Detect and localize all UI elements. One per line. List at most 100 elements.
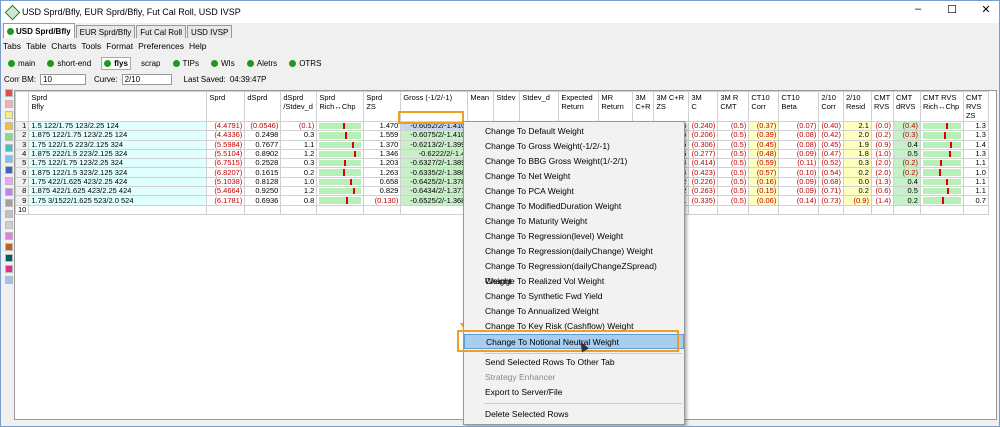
table-cell-zs[interactable]: 1.346 — [363, 148, 402, 160]
table-cell-rcmt[interactable]: (0.5) — [717, 176, 750, 188]
color-swatch[interactable] — [5, 122, 13, 130]
table-cell-gross[interactable]: -0.6075/2/-1.410 — [400, 130, 469, 141]
table-cell-dsprd[interactable]: 0.8902 — [244, 148, 282, 160]
table-cell-r210[interactable] — [842, 204, 872, 215]
table-cell-ct10b[interactable]: (0.10) — [778, 167, 820, 178]
table-cell-name[interactable]: 1.875 122/1.5 323/2.125 324 — [28, 167, 208, 178]
table-cell-idx[interactable]: 1 — [15, 120, 30, 132]
table-cell-dsz[interactable]: 1.2 — [280, 148, 318, 160]
table-cell-rvszs[interactable]: 1.3 — [962, 130, 989, 141]
table-cell-dsz[interactable]: 0.3 — [280, 158, 318, 169]
color-swatch[interactable] — [5, 144, 13, 152]
table-cell-gross[interactable]: -0.6222/2/-1.4 — [400, 148, 469, 160]
menu-tabs[interactable]: Tabs — [3, 41, 21, 51]
table-cell-rvs[interactable]: (0.6) — [870, 186, 894, 197]
table-cell-gross[interactable]: -0.6213/2/-1.399 — [400, 139, 469, 150]
column-header[interactable]: 2/10 Corr — [818, 91, 844, 122]
table-cell-bar2[interactable] — [919, 139, 964, 150]
table-cell-c[interactable]: (0.335) — [688, 195, 719, 206]
table-cell-drvs[interactable]: (0.2) — [892, 158, 921, 169]
color-swatch[interactable] — [5, 188, 13, 196]
table-cell-dsz[interactable]: 1.2 — [280, 186, 318, 197]
table-cell-gross[interactable]: -0.6525/2/-1.368 — [400, 195, 469, 206]
table-cell-drvs[interactable]: 0.4 — [892, 176, 921, 188]
table-cell-c210[interactable]: (0.68) — [818, 176, 844, 188]
table-cell-dsprd[interactable] — [244, 204, 282, 215]
table-cell-r210[interactable]: 0.3 — [842, 158, 872, 169]
column-header[interactable]: 2/10 Resid — [842, 91, 872, 122]
color-swatch[interactable] — [5, 199, 13, 207]
table-cell-idx[interactable]: 2 — [15, 130, 30, 141]
table-cell-r210[interactable]: 0.2 — [842, 167, 872, 178]
color-swatch[interactable] — [5, 177, 13, 185]
table-cell-rcmt[interactable] — [717, 204, 750, 215]
table-cell-ct10b[interactable]: (0.08) — [778, 130, 820, 141]
table-cell-c[interactable]: (0.206) — [688, 130, 719, 141]
table-cell-rvszs[interactable]: 1.3 — [962, 120, 989, 132]
table-cell-ct10b[interactable]: (0.09) — [778, 148, 820, 160]
table-cell-dsz[interactable]: 0.8 — [280, 195, 318, 206]
menu-help[interactable]: Help — [189, 41, 206, 51]
table-cell-dsz[interactable]: (0.1) — [280, 120, 318, 132]
column-header[interactable]: CMT RVS — [870, 91, 894, 122]
table-cell-drvs[interactable] — [892, 204, 921, 215]
table-cell-r210[interactable]: 2.1 — [842, 120, 872, 132]
table-cell-rvszs[interactable]: 1.0 — [962, 167, 989, 178]
color-swatch[interactable] — [5, 111, 13, 119]
table-cell-sprd[interactable] — [206, 204, 246, 215]
table-cell-bar2[interactable] — [919, 158, 964, 169]
table-cell-sprd[interactable]: (5.4664) — [206, 186, 246, 197]
table-cell-dsz[interactable]: 0.3 — [280, 130, 318, 141]
table-cell-r210[interactable]: 0.0 — [842, 176, 872, 188]
table-cell-ct10c[interactable]: (0.16) — [748, 176, 780, 188]
table-cell-r210[interactable]: 1.8 — [842, 148, 872, 160]
table-cell-sprd[interactable]: (4.4791) — [206, 120, 246, 132]
sheet-tab-wis[interactable]: WIs — [209, 57, 237, 70]
table-cell-gross[interactable]: -0.6335/2/-1.388 — [400, 167, 469, 178]
table-cell-r210[interactable]: (0.9) — [842, 195, 872, 206]
table-cell-rvszs[interactable]: 0.7 — [962, 195, 989, 206]
column-header[interactable] — [15, 91, 30, 122]
table-cell-zs[interactable]: 1.263 — [363, 167, 402, 178]
table-cell-sprd[interactable]: (4.4336) — [206, 130, 246, 141]
table-cell-rvs[interactable]: (0.2) — [870, 130, 894, 141]
table-cell-dsz[interactable]: 0.2 — [280, 167, 318, 178]
table-cell-name[interactable]: 1.75 422/1.625 423/2.25 424 — [28, 176, 208, 188]
table-cell-name[interactable]: 1.75 122/1.75 123/2.25 324 — [28, 158, 208, 169]
column-header[interactable]: Stdev — [493, 91, 521, 122]
sheet-tab-main[interactable]: main — [6, 57, 37, 70]
table-cell-c[interactable]: (0.263) — [688, 186, 719, 197]
menu-table[interactable]: Table — [26, 41, 46, 51]
table-cell-bar2[interactable] — [919, 167, 964, 178]
table-cell-rcmt[interactable]: (0.5) — [717, 167, 750, 178]
column-header[interactable]: Expected Return — [558, 91, 600, 122]
table-cell-bar[interactable] — [316, 139, 365, 150]
table-cell-bar2[interactable] — [919, 204, 964, 215]
menu-change-weight-item[interactable]: Change To Regression(level) Weight — [464, 229, 684, 244]
column-header[interactable]: CMT RVS ZS — [962, 91, 989, 122]
table-cell-bar2[interactable] — [919, 186, 964, 197]
table-cell-sprd[interactable]: (6.8207) — [206, 167, 246, 178]
table-cell-r210[interactable]: 0.2 — [842, 186, 872, 197]
table-cell-rvs[interactable]: (1.0) — [870, 148, 894, 160]
table-cell-rvs[interactable] — [870, 204, 894, 215]
menu-tools[interactable]: Tools — [81, 41, 101, 51]
table-cell-dsprd[interactable]: 0.8128 — [244, 176, 282, 188]
sheet-tab-tips[interactable]: TIPs — [171, 57, 201, 70]
table-cell-bar[interactable] — [316, 204, 365, 215]
column-header[interactable]: Sprd — [206, 91, 246, 122]
table-cell-rcmt[interactable]: (0.5) — [717, 148, 750, 160]
table-cell-gross[interactable]: -0.6327/2/-1.389 — [400, 158, 469, 169]
table-cell-gross[interactable] — [400, 204, 469, 215]
table-cell-idx[interactable]: 4 — [15, 148, 30, 160]
table-cell-ct10b[interactable]: (0.08) — [778, 139, 820, 150]
doc-tab-fut-cal-roll[interactable]: Fut Cal Roll — [136, 25, 187, 38]
table-cell-ct10c[interactable]: (0.06) — [748, 195, 780, 206]
color-swatch[interactable] — [5, 221, 13, 229]
table-cell-idx[interactable]: 9 — [15, 195, 30, 206]
table-cell-c[interactable]: (0.306) — [688, 139, 719, 150]
table-cell-ct10c[interactable]: (0.48) — [748, 148, 780, 160]
table-cell-r210[interactable]: 2.0 — [842, 130, 872, 141]
table-cell-drvs[interactable]: 0.5 — [892, 186, 921, 197]
table-cell-dsz[interactable] — [280, 204, 318, 215]
